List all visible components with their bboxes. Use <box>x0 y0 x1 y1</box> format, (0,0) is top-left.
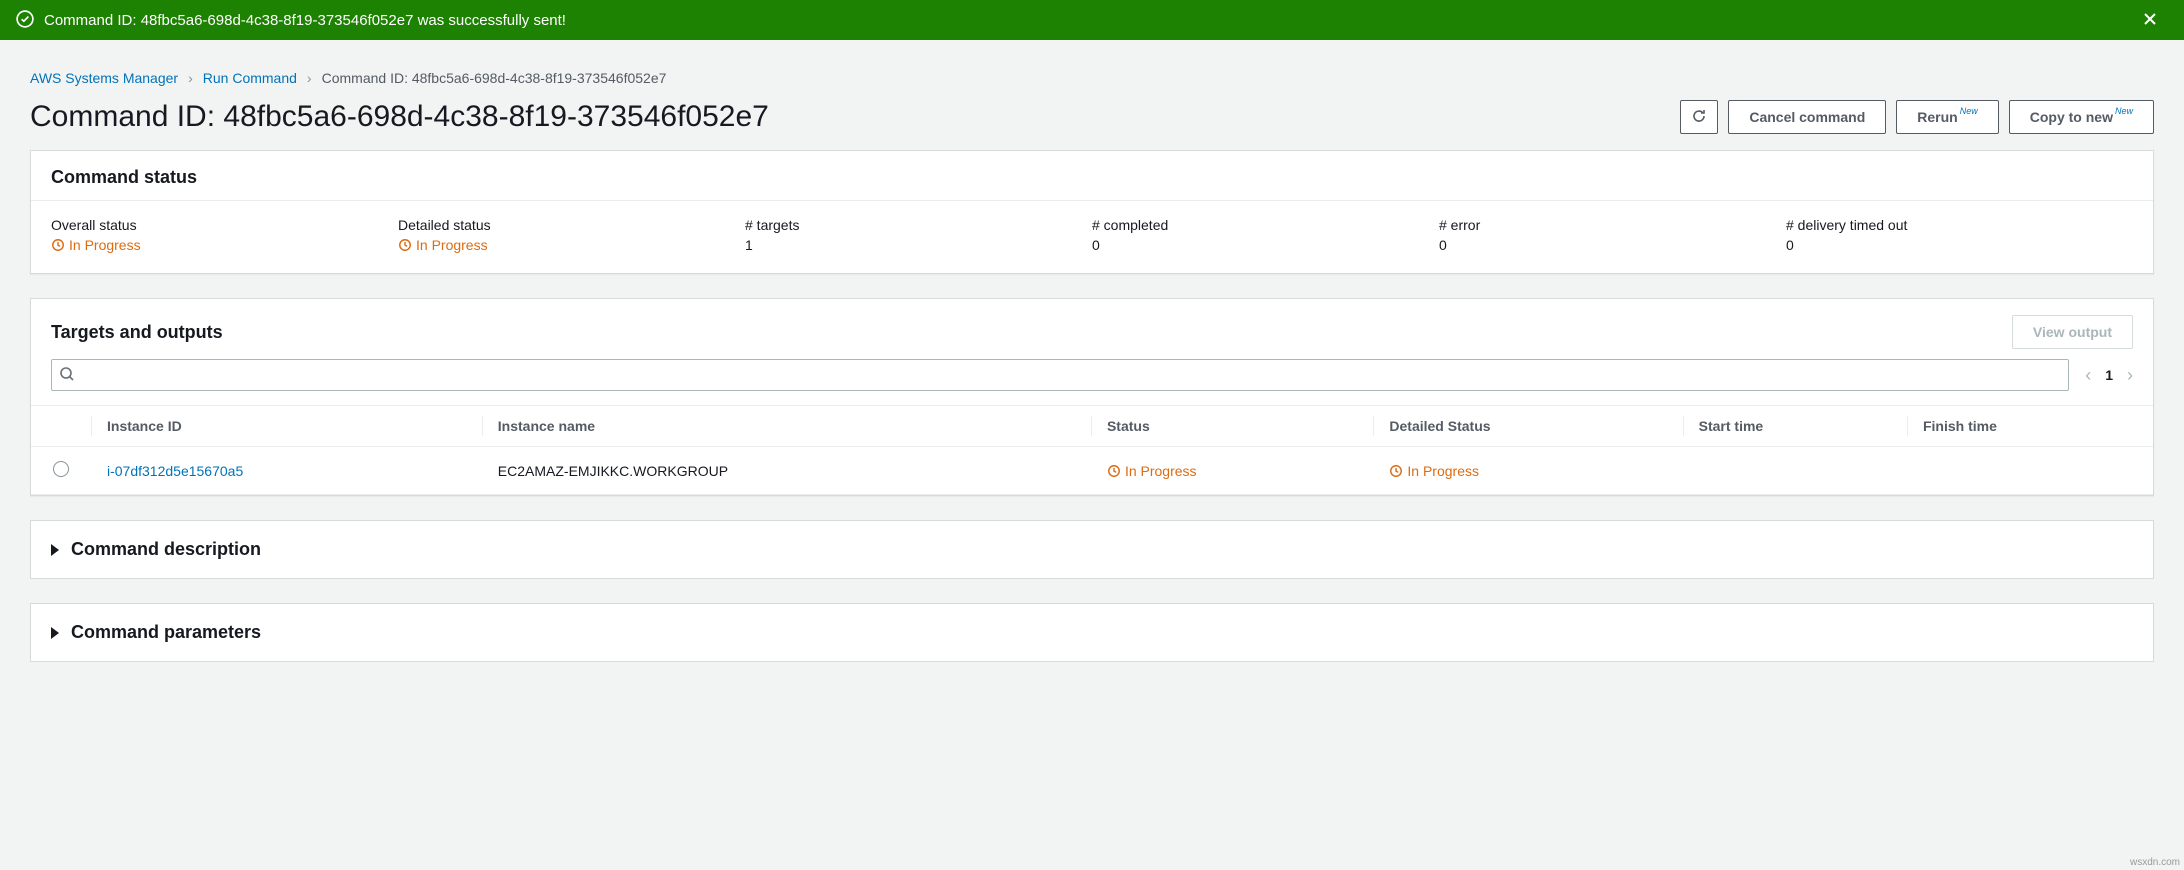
timedout-label: # delivery timed out <box>1786 217 2133 233</box>
cancel-command-button[interactable]: Cancel command <box>1728 100 1886 134</box>
targets-label: # targets <box>745 217 1092 233</box>
detailed-status-value: In Progress <box>398 237 745 253</box>
table-row[interactable]: i-07df312d5e15670a5 EC2AMAZ-EMJIKKC.WORK… <box>31 447 2153 495</box>
search-icon <box>59 366 75 385</box>
breadcrumb-link-systems-manager[interactable]: AWS Systems Manager <box>30 70 178 86</box>
error-label: # error <box>1439 217 1786 233</box>
in-progress-icon <box>398 238 412 252</box>
targets-value: 1 <box>745 237 1092 253</box>
watermark: wsxdn.com <box>2130 857 2180 868</box>
command-status-title: Command status <box>51 167 197 188</box>
row-finish-time <box>1907 447 2153 495</box>
chevron-right-icon: › <box>188 70 193 86</box>
row-select-radio[interactable] <box>53 461 69 477</box>
in-progress-icon <box>1389 464 1403 478</box>
success-flash: Command ID: 48fbc5a6-698d-4c38-8f19-3735… <box>0 0 2184 40</box>
command-description-toggle[interactable]: Command description <box>30 520 2154 579</box>
page-header: Command ID: 48fbc5a6-698d-4c38-8f19-3735… <box>30 100 2154 134</box>
command-status-panel: Command status Overall status In Progres… <box>30 150 2154 274</box>
col-start-time[interactable]: Start time <box>1683 406 1907 447</box>
col-finish-time[interactable]: Finish time <box>1907 406 2153 447</box>
breadcrumb-link-run-command[interactable]: Run Command <box>203 70 297 86</box>
command-parameters-title: Command parameters <box>71 622 261 643</box>
command-description-title: Command description <box>71 539 261 560</box>
rerun-button[interactable]: RerunNew <box>1896 100 1998 134</box>
refresh-icon <box>1691 108 1707 127</box>
page-number: 1 <box>2105 367 2113 383</box>
detailed-status-label: Detailed status <box>398 217 745 233</box>
prev-page-icon[interactable]: ‹ <box>2085 365 2091 386</box>
col-instance-id[interactable]: Instance ID <box>91 406 482 447</box>
breadcrumb: AWS Systems Manager › Run Command › Comm… <box>30 70 2154 86</box>
timedout-value: 0 <box>1786 237 2133 253</box>
search-input[interactable] <box>51 359 2069 391</box>
command-parameters-toggle[interactable]: Command parameters <box>30 603 2154 662</box>
in-progress-icon <box>51 238 65 252</box>
copy-to-new-button[interactable]: Copy to newNew <box>2009 100 2154 134</box>
header-actions: Cancel command RerunNew Copy to newNew <box>1680 100 2154 134</box>
caret-right-icon <box>51 544 59 556</box>
overall-status-label: Overall status <box>51 217 398 233</box>
flash-message: Command ID: 48fbc5a6-698d-4c38-8f19-3735… <box>44 12 566 29</box>
col-status[interactable]: Status <box>1091 406 1373 447</box>
col-instance-name[interactable]: Instance name <box>482 406 1091 447</box>
next-page-icon[interactable]: › <box>2127 365 2133 386</box>
targets-table: Instance ID Instance name Status Detaile… <box>31 405 2153 495</box>
targets-outputs-panel: Targets and outputs View output ‹ 1 › <box>30 298 2154 496</box>
overall-status-value: In Progress <box>51 237 398 253</box>
pagination: ‹ 1 › <box>2085 365 2133 386</box>
completed-label: # completed <box>1092 217 1439 233</box>
in-progress-icon <box>1107 464 1121 478</box>
refresh-button[interactable] <box>1680 100 1718 134</box>
page-title: Command ID: 48fbc5a6-698d-4c38-8f19-3735… <box>30 100 769 134</box>
error-value: 0 <box>1439 237 1786 253</box>
completed-value: 0 <box>1092 237 1439 253</box>
chevron-right-icon: › <box>307 70 312 86</box>
instance-name-cell: EC2AMAZ-EMJIKKC.WORKGROUP <box>482 447 1091 495</box>
caret-right-icon <box>51 627 59 639</box>
targets-title: Targets and outputs <box>51 322 223 343</box>
view-output-button[interactable]: View output <box>2012 315 2133 349</box>
col-detailed-status[interactable]: Detailed Status <box>1373 406 1682 447</box>
breadcrumb-current: Command ID: 48fbc5a6-698d-4c38-8f19-3735… <box>322 70 667 86</box>
close-icon[interactable] <box>2142 11 2168 30</box>
instance-id-link[interactable]: i-07df312d5e15670a5 <box>107 463 243 479</box>
success-check-icon <box>16 10 44 31</box>
row-detailed-status: In Progress <box>1389 463 1666 479</box>
row-start-time <box>1683 447 1907 495</box>
row-status: In Progress <box>1107 463 1357 479</box>
